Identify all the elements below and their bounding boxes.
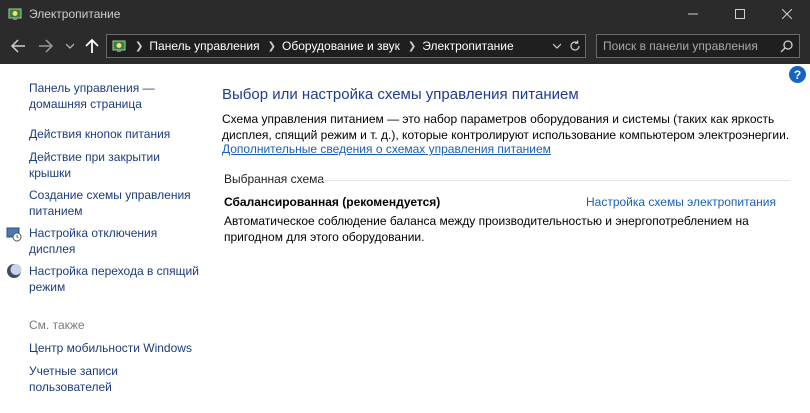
refresh-button[interactable] xyxy=(565,35,585,57)
chevron-down-icon xyxy=(553,43,561,49)
arrow-up-icon xyxy=(85,38,99,53)
selected-plan-heading: Выбранная схема xyxy=(224,172,325,186)
sidebar-item-sleep[interactable]: Настройка перехода в спящий режим xyxy=(29,263,204,295)
sleep-moon-icon xyxy=(7,264,22,278)
plan-name: Сбалансированная (рекомендуется) xyxy=(224,195,441,209)
search-icon[interactable] xyxy=(780,39,794,53)
plan-description: Автоматическое соблюдение баланса между … xyxy=(224,214,749,244)
breadcrumb-hardware-sound[interactable]: Оборудование и звук xyxy=(282,39,400,53)
maximize-icon xyxy=(735,9,745,19)
close-icon xyxy=(782,9,792,19)
control-panel-icon xyxy=(112,40,126,52)
sidebar-home-link[interactable]: Панель управления — домашняя страница xyxy=(29,80,204,112)
sidebar-item-power-buttons[interactable]: Действия кнопок питания xyxy=(29,126,204,142)
sidebar: Панель управления — домашняя страница Де… xyxy=(0,64,210,413)
minimize-button[interactable] xyxy=(670,0,716,28)
help-icon[interactable]: ? xyxy=(789,66,806,83)
power-options-icon xyxy=(8,8,22,20)
navigation-bar: ❯ Панель управления ❯ Оборудование и зву… xyxy=(0,28,810,64)
forward-button[interactable] xyxy=(36,36,56,56)
chevron-right-icon[interactable]: ❯ xyxy=(408,41,416,52)
minimize-icon xyxy=(688,13,698,15)
chevron-right-icon[interactable]: ❯ xyxy=(268,41,276,52)
see-also-user-accounts[interactable]: Учетные записи пользователей xyxy=(29,363,159,395)
see-also-heading: См. также xyxy=(29,318,85,332)
window-title: Электропитание xyxy=(29,7,121,21)
refresh-icon xyxy=(570,40,580,51)
sidebar-item-create-plan[interactable]: Создание схемы управления питанием xyxy=(29,187,204,219)
arrow-right-icon xyxy=(39,39,54,53)
search-box[interactable] xyxy=(596,34,800,58)
sidebar-item-lid-close[interactable]: Действие при закрытии крышки xyxy=(29,149,204,181)
main-content: ? Выбор или настройка схемы управления п… xyxy=(210,64,810,413)
back-button[interactable] xyxy=(8,36,28,56)
address-dropdown-button[interactable] xyxy=(549,35,565,57)
section-divider xyxy=(320,180,790,181)
title-bar: Электропитание xyxy=(0,0,810,28)
breadcrumb-power-options[interactable]: Электропитание xyxy=(422,39,513,53)
more-info-link[interactable]: Дополнительные сведения о схемах управле… xyxy=(222,142,551,156)
page-title: Выбор или настройка схемы управления пит… xyxy=(222,86,579,103)
arrow-left-icon xyxy=(10,39,25,53)
maximize-button[interactable] xyxy=(717,0,763,28)
plan-settings-link[interactable]: Настройка схемы электропитания xyxy=(586,195,776,209)
page-description: Схема управления питанием — это набор па… xyxy=(222,112,790,142)
chevron-right-icon: ❯ xyxy=(135,40,144,52)
sidebar-item-display-off[interactable]: Настройка отключения дисплея xyxy=(29,225,204,257)
recent-locations-button[interactable] xyxy=(63,36,77,56)
display-power-icon xyxy=(6,227,22,242)
search-input[interactable] xyxy=(603,37,773,55)
chevron-down-icon xyxy=(66,43,74,49)
close-button[interactable] xyxy=(764,0,810,28)
see-also-mobility-center[interactable]: Центр мобильности Windows xyxy=(29,340,204,356)
address-bar[interactable]: ❯ Панель управления ❯ Оборудование и зву… xyxy=(106,34,586,58)
up-button[interactable] xyxy=(82,36,102,56)
breadcrumb-control-panel[interactable]: Панель управления xyxy=(149,39,259,53)
